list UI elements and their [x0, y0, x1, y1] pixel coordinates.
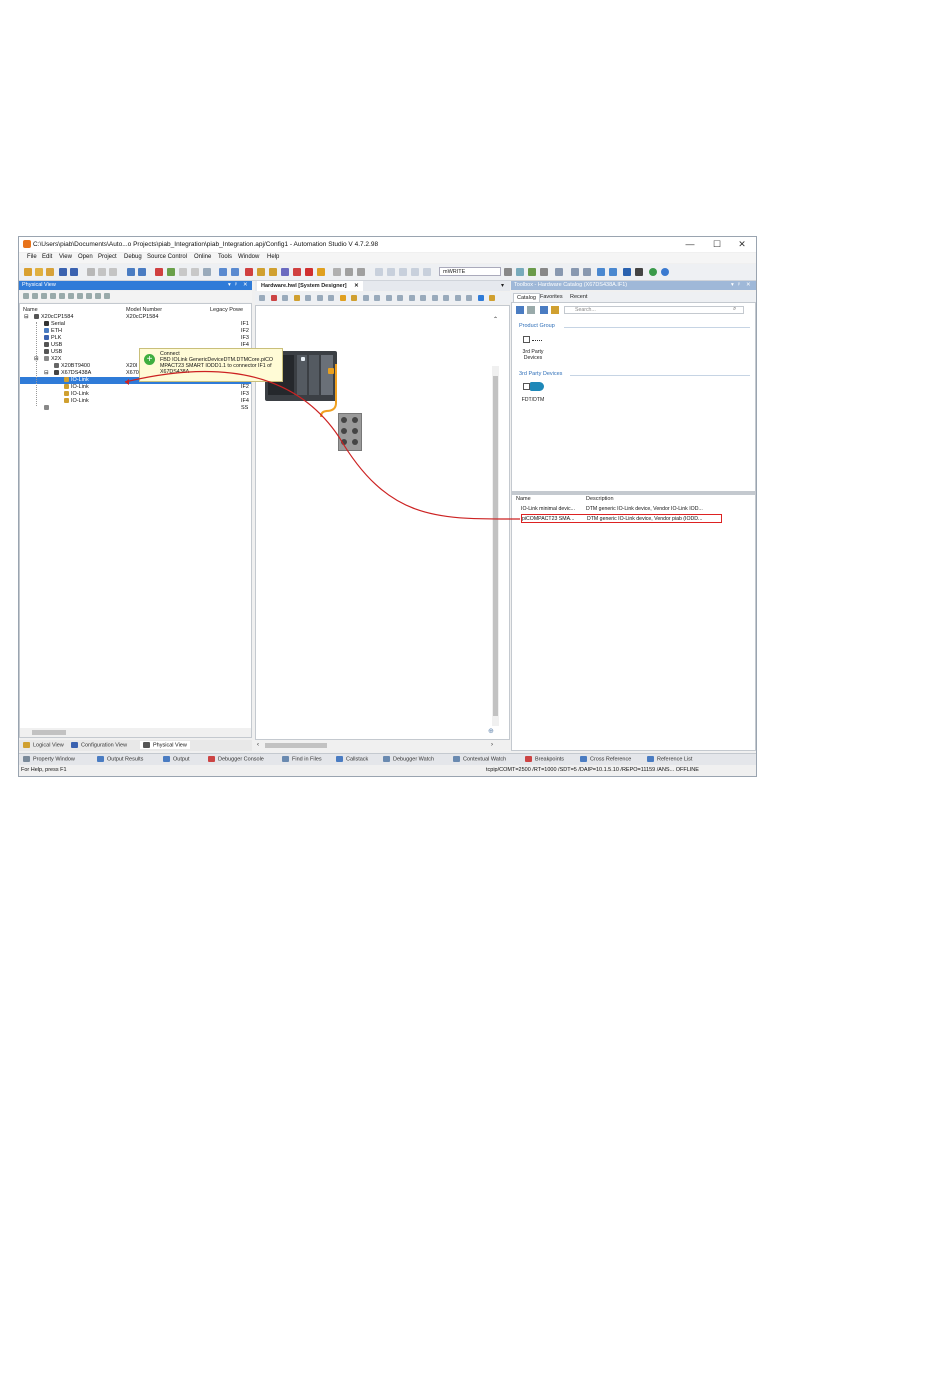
bottom-tab-find-in-files[interactable]: Find in Files: [282, 756, 322, 762]
bottom-tab-breakpoints[interactable]: Breakpoints: [525, 756, 564, 762]
bottom-tab-reference-list[interactable]: Reference List: [647, 756, 692, 762]
bottom-tab-icon: [383, 756, 390, 762]
drag-connection-line: [124, 370, 521, 520]
status-connection-text: tcpip/COMT=2500 /RT=1000 /SDT=5 /DAIP=10…: [486, 767, 699, 773]
bottom-tab-label: Output: [173, 756, 190, 763]
drag-arrow-icon: [125, 379, 129, 385]
bottom-tab-icon: [580, 756, 587, 762]
bottom-tab-label: Callstack: [346, 756, 369, 763]
drag-connection-overlay: [124, 364, 521, 520]
bottom-tab-icon: [525, 756, 532, 762]
bottom-tab-icon: [163, 756, 170, 762]
bottom-tab-icon: [453, 756, 460, 762]
bottom-tab-icon: [208, 756, 215, 762]
bottom-tab-property-window[interactable]: Property Window: [23, 756, 75, 762]
bottom-tab-label: Breakpoints: [535, 756, 565, 763]
bottom-tab-output[interactable]: Output: [163, 756, 190, 762]
bottom-tab-label: Output Results: [107, 756, 144, 763]
bottom-tab-label: Contextual Watch: [463, 756, 507, 763]
bottom-tab-label: Debugger Watch: [393, 756, 435, 763]
bottom-tabs: Property Window Output Results Output Debug…: [19, 753, 756, 765]
bottom-tab-cross-reference[interactable]: Cross Reference: [580, 756, 631, 762]
x2x-cable: [320, 364, 337, 418]
bottom-tab-debugger-console[interactable]: Debugger Console: [208, 756, 264, 762]
bottom-tab-label: Find in Files: [292, 756, 322, 763]
bottom-tab-icon: [336, 756, 343, 762]
bottom-tab-icon: [97, 756, 104, 762]
bottom-tab-icon: [23, 756, 30, 762]
bottom-tab-output-results[interactable]: Output Results: [97, 756, 143, 762]
status-bar: For Help, press F1 tcpip/COMT=2500 /RT=1…: [19, 765, 756, 775]
bottom-tab-label: Debugger Console: [218, 756, 264, 763]
bottom-tab-contextual-watch[interactable]: Contextual Watch: [453, 756, 506, 762]
bottom-tab-label: Cross Reference: [590, 756, 632, 763]
bottom-tab-callstack[interactable]: Callstack: [336, 756, 368, 762]
bottom-tab-label: Reference List: [657, 756, 693, 763]
bottom-tab-label: Property Window: [33, 756, 75, 763]
automation-studio-window: C:\Users\piab\Documents\Auto...o Project…: [18, 236, 757, 777]
bottom-tab-icon: [647, 756, 654, 762]
status-help-text: For Help, press F1: [21, 767, 67, 773]
bottom-tab-icon: [282, 756, 289, 762]
bottom-tab-debugger-watch[interactable]: Debugger Watch: [383, 756, 434, 762]
